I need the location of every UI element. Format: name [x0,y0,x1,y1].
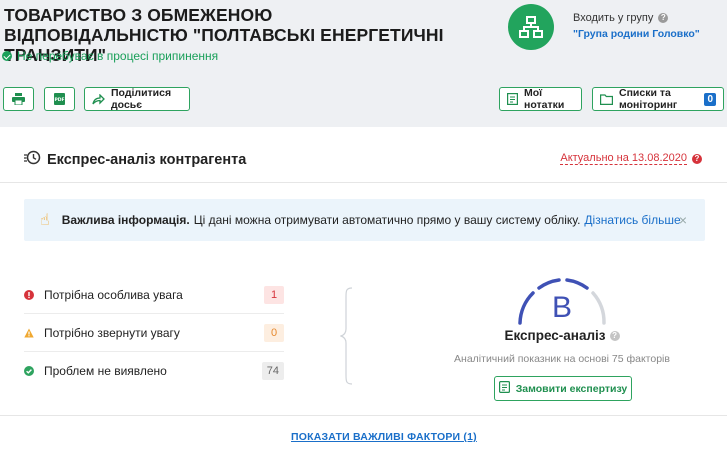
brace-divider [340,287,353,385]
risk-label: Потрібно звернути увагу [44,325,180,340]
pdf-icon: PDF [54,93,65,105]
gauge-grade: B [552,291,572,324]
gauge-segment [518,291,535,325]
lists-count-badge: 0 [704,92,716,106]
panel-title-text: Експрес-аналіз контрагента [47,151,247,168]
risk-row-critical[interactable]: Потрібна особлива увага 1 [24,276,284,314]
express-analysis-panel: Експрес-аналіз контрагента Актуально на … [0,127,727,458]
share-dossier-button[interactable]: Поділитися досьє [84,87,190,111]
document-list-icon [498,381,510,396]
gauge-subtitle: Аналітичний показник на основі 75 фактор… [454,353,670,365]
risk-count: 74 [261,362,284,380]
pdf-button[interactable]: PDF [44,87,75,111]
svg-text:PDF: PDF [54,97,64,103]
risk-row-warning[interactable]: Потрібно звернути увагу 0 [24,314,284,352]
learn-more-link[interactable]: Дізнатись більше [584,213,680,227]
lists-monitoring-button[interactable]: Списки та моніторинг 0 [592,87,724,111]
check-circle-icon [2,51,12,61]
gauge-segment [591,291,606,325]
folder-icon [600,93,613,105]
close-icon[interactable]: × [679,212,687,228]
risk-count: 0 [264,323,284,342]
info-text: Ці дані можна отримувати автоматично пря… [193,213,581,227]
info-bold: Важлива інформація. [61,213,190,227]
group-label: Входить у групу ? [573,12,669,24]
company-status: Не перебуває в процесі припинення [2,49,218,63]
panel-header: Експрес-аналіз контрагента Актуально на … [0,127,727,183]
order-expertise-label: Замовити експертизу [515,382,628,395]
help-icon[interactable]: ? [609,330,620,341]
alert-circle-icon [24,289,34,300]
info-banner: ☝ Важлива інформація. Ці дані можна отри… [24,199,705,241]
company-status-text: Не перебуває в процесі припинення [17,49,219,63]
group-link[interactable]: "Група родини Головко" [573,28,700,40]
gauge-segment [537,278,561,290]
help-icon[interactable]: ? [692,153,702,164]
printer-icon [12,93,25,105]
risk-label: Потрібна особлива увага [44,287,183,302]
risk-label: Проблем не виявлено [44,364,167,378]
actual-date[interactable]: Актуально на 13.08.2020 ? [560,152,702,165]
actual-date-text: Актуально на 13.08.2020 [560,152,687,165]
my-notes-button[interactable]: Мої нотатки [499,87,582,111]
gauge-segment [565,278,589,290]
history-clock-icon [24,150,41,169]
risk-row-ok[interactable]: Проблем не виявлено 74 [24,352,284,390]
gauge-title-text: Експрес-аналіз [504,328,606,343]
gauge-title: Експрес-аналіз ? [455,328,669,343]
help-icon[interactable]: ? [658,13,669,23]
notes-icon [507,93,518,105]
lists-monitoring-label: Списки та моніторинг [619,87,678,111]
order-expertise-button[interactable]: Замовити експертизу [494,376,632,401]
risk-count: 1 [264,285,284,304]
print-button[interactable] [3,87,34,111]
check-circle-icon [24,366,34,376]
my-notes-label: Мої нотатки [524,87,565,111]
group-hierarchy-icon[interactable] [508,4,554,50]
group-label-text: Входить у групу [573,12,654,24]
warning-triangle-icon [24,328,34,338]
show-important-factors-link[interactable]: ПОКАЗАТИ ВАЖЛИВІ ФАКТОРИ (1) [291,431,477,443]
panel-title: Експрес-аналіз контрагента [24,150,246,169]
share-dossier-label: Поділитися досьє [111,87,172,111]
pointing-hand-icon: ☝ [40,212,50,229]
share-arrow-icon [92,93,105,105]
